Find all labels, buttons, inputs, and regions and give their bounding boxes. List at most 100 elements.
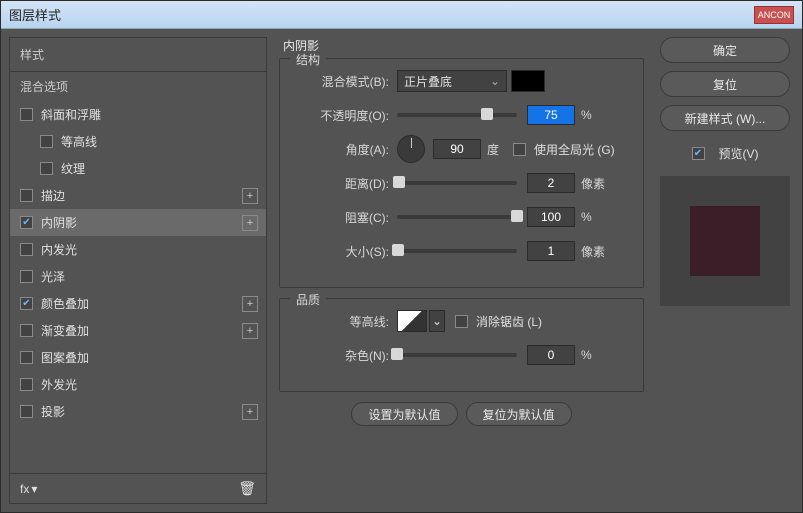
style-checkbox[interactable] [20,189,33,202]
style-label: 内发光 [41,241,77,258]
style-item-7[interactable]: 颜色叠加 + [10,290,266,317]
opacity-slider[interactable] [397,113,517,117]
add-effect-icon[interactable]: + [242,188,258,204]
size-label: 大小(S): [294,243,389,260]
angle-dial[interactable] [397,135,425,163]
styles-sidebar: 样式 混合选项 斜面和浮雕等高线纹理描边 + 内阴影 + 内发光光泽颜色叠加 + 渐变叠加 +… [9,37,267,504]
cancel-button[interactable]: 复位 [660,71,790,97]
style-label: 内阴影 [41,214,77,231]
trash-icon[interactable]: 🗑 [238,480,256,497]
preview-box [660,176,790,306]
global-light-label: 使用全局光 (G) [534,141,615,158]
ok-button[interactable]: 确定 [660,37,790,63]
style-label: 外发光 [41,376,77,393]
sidebar-footer: fx▾ 🗑 [10,473,266,503]
size-input[interactable]: 1 [527,241,575,261]
style-checkbox[interactable] [40,135,53,148]
antialias-label: 消除锯齿 (L) [476,313,542,330]
angle-unit: 度 [487,141,499,158]
add-effect-icon[interactable]: + [242,404,258,420]
style-label: 渐变叠加 [41,322,89,339]
style-label: 描边 [41,187,65,204]
style-item-8[interactable]: 渐变叠加 + [10,317,266,344]
style-checkbox[interactable] [20,108,33,121]
right-panel: 确定 复位 新建样式 (W)... 预览(V) [644,37,794,504]
quality-label: 品质 [290,291,326,308]
fx-chevron-icon[interactable]: ▾ [31,482,37,496]
style-label: 等高线 [61,133,97,150]
style-label: 颜色叠加 [41,295,89,312]
titlebar[interactable]: 图层样式 ANCON [1,1,802,29]
size-slider[interactable] [397,249,517,253]
opacity-input[interactable]: 75 [527,105,575,125]
style-item-11[interactable]: 投影 + [10,398,266,425]
blend-options-heading[interactable]: 混合选项 [10,71,266,101]
global-light-checkbox[interactable] [513,143,526,156]
style-checkbox[interactable] [20,297,33,310]
opacity-unit: % [581,108,592,122]
style-label: 投影 [41,403,65,420]
window-title: 图层样式 [9,5,61,24]
add-effect-icon[interactable]: + [242,296,258,312]
distance-slider[interactable] [397,181,517,185]
antialias-checkbox[interactable] [455,315,468,328]
noise-slider[interactable] [397,353,517,357]
noise-label: 杂色(N): [294,347,389,364]
distance-unit: 像素 [581,175,605,192]
style-label: 图案叠加 [41,349,89,366]
contour-picker[interactable] [397,310,427,332]
preview-checkbox[interactable] [692,147,705,160]
new-style-button[interactable]: 新建样式 (W)... [660,105,790,131]
layer-style-dialog: 图层样式 ANCON 样式 混合选项 斜面和浮雕等高线纹理描边 + 内阴影 + 内发光光… [0,0,803,513]
distance-input[interactable]: 2 [527,173,575,193]
make-default-button[interactable]: 设置为默认值 [351,402,457,426]
style-item-1[interactable]: 等高线 [10,128,266,155]
preview-swatch [690,206,760,276]
contour-dropdown[interactable]: ⌄ [429,310,445,332]
blend-mode-label: 混合模式(B): [294,73,389,90]
blend-mode-select[interactable]: 正片叠底 [397,70,507,92]
style-item-10[interactable]: 外发光 [10,371,266,398]
add-effect-icon[interactable]: + [242,215,258,231]
style-item-6[interactable]: 光泽 [10,263,266,290]
style-item-9[interactable]: 图案叠加 [10,344,266,371]
fx-menu[interactable]: fx [20,482,29,496]
quality-group: 品质 等高线: ⌄ 消除锯齿 (L) 杂色(N): 0 % [279,298,644,392]
size-unit: 像素 [581,243,605,260]
style-item-4[interactable]: 内阴影 + [10,209,266,236]
distance-label: 距离(D): [294,175,389,192]
style-checkbox[interactable] [40,162,53,175]
style-checkbox[interactable] [20,216,33,229]
angle-label: 角度(A): [294,141,389,158]
choke-slider[interactable] [397,215,517,219]
noise-unit: % [581,348,592,362]
style-checkbox[interactable] [20,324,33,337]
choke-label: 阻塞(C): [294,209,389,226]
structure-group: 结构 混合模式(B): 正片叠底 不透明度(O): 75 % 角度(A): [279,58,644,288]
style-label: 光泽 [41,268,65,285]
styles-heading[interactable]: 样式 [10,38,266,71]
settings-panel: 内阴影 结构 混合模式(B): 正片叠底 不透明度(O): 75 % [279,37,644,504]
style-item-2[interactable]: 纹理 [10,155,266,182]
preview-label: 预览(V) [719,145,759,162]
style-checkbox[interactable] [20,351,33,364]
style-checkbox[interactable] [20,270,33,283]
structure-label: 结构 [290,51,326,68]
style-checkbox[interactable] [20,405,33,418]
choke-unit: % [581,210,592,224]
add-effect-icon[interactable]: + [242,323,258,339]
style-item-0[interactable]: 斜面和浮雕 [10,101,266,128]
style-checkbox[interactable] [20,378,33,391]
style-item-3[interactable]: 描边 + [10,182,266,209]
style-item-5[interactable]: 内发光 [10,236,266,263]
style-checkbox[interactable] [20,243,33,256]
choke-input[interactable]: 100 [527,207,575,227]
reset-default-button[interactable]: 复位为默认值 [466,402,572,426]
contour-label: 等高线: [294,313,389,330]
shadow-color-swatch[interactable] [511,70,545,92]
panel-title: 内阴影 [279,37,644,54]
noise-input[interactable]: 0 [527,345,575,365]
close-button[interactable]: ANCON [754,6,794,24]
angle-input[interactable]: 90 [433,139,481,159]
style-label: 斜面和浮雕 [41,106,101,123]
